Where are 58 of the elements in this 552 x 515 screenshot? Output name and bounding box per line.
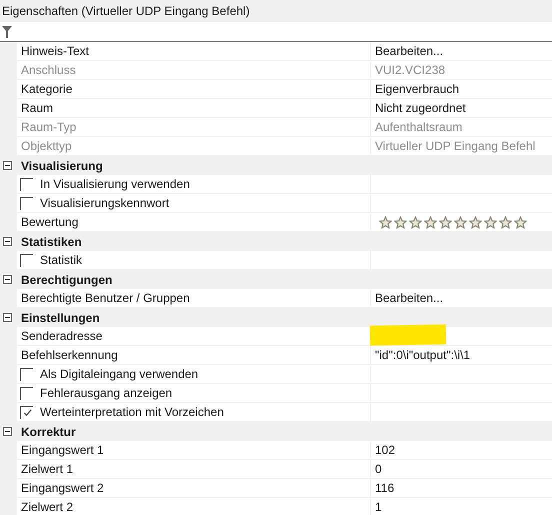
property-name: Senderadresse (20, 328, 102, 345)
panel-title: Eigenschaften (Virtueller UDP Eingang Befehl) (2, 3, 250, 20)
property-name: Objekttyp (20, 138, 72, 155)
star-icon (394, 216, 407, 228)
checkbox[interactable] (20, 254, 33, 266)
property-name: Fehlerausgang anzeigen (40, 385, 172, 402)
collapse-toggle[interactable] (3, 275, 12, 284)
category-heading: Berechtigungen (21, 272, 112, 288)
checkbox[interactable] (20, 196, 33, 210)
collapse-toggle[interactable] (3, 237, 12, 246)
property-name: Hinweis-Text (20, 43, 90, 60)
property-name: Zielwert 2 (20, 499, 74, 515)
collapse-toggle[interactable] (3, 313, 12, 322)
checkbox[interactable] (20, 368, 33, 380)
property-name: Raum (20, 100, 54, 117)
property-name: Als Digitaleingang verwenden (40, 366, 198, 383)
checkmark-icon (22, 408, 32, 417)
property-name: Berechtigte Benutzer / Gruppen (20, 290, 190, 307)
property-name: Eingangswert 2 (20, 480, 104, 497)
property-name: Visualisierungskennwort (40, 195, 170, 212)
category-heading: Visualisierung (21, 158, 103, 174)
star-icon (499, 216, 512, 228)
checkbox[interactable] (20, 178, 33, 190)
star-icon (514, 216, 527, 228)
checkbox[interactable] (20, 406, 33, 418)
property-value[interactable]: Nicht zugeordnet (371, 99, 466, 117)
property-name: Werteinterpretation mit Vorzeichen (40, 404, 224, 421)
filter-icon[interactable] (2, 26, 12, 38)
property-name: Eingangswert 1 (20, 442, 104, 459)
star-icon (424, 216, 437, 228)
property-value[interactable]: 102 (371, 441, 396, 459)
property-value[interactable]: Bearbeiten... (371, 42, 444, 60)
property-name: Kategorie (20, 81, 72, 98)
property-name: Statistik (40, 252, 82, 269)
property-value[interactable]: 0 (371, 460, 382, 478)
property-name: Anschluss (20, 62, 76, 79)
checkbox[interactable] (20, 386, 33, 400)
property-value[interactable]: 1 (371, 498, 382, 515)
property-name: Zielwert 1 (20, 461, 74, 478)
collapse-toggle[interactable] (3, 427, 12, 436)
star-icon (409, 216, 422, 228)
property-name: Bewertung (20, 214, 78, 231)
property-value[interactable]: 116 (371, 479, 394, 497)
collapse-toggle[interactable] (3, 161, 12, 170)
category-heading: Korrektur (21, 424, 76, 440)
property-value[interactable]: Bearbeiten... (371, 289, 444, 307)
property-name: Raum-Typ (20, 119, 76, 136)
star-icon (379, 216, 392, 228)
category-heading: Einstellungen (21, 310, 100, 326)
property-value[interactable]: Eigenverbrauch (371, 80, 460, 98)
property-value[interactable]: "id":0\i"output":\i\1 (371, 346, 470, 364)
star-icon (469, 216, 482, 228)
property-name: Befehlserkennung (20, 347, 118, 364)
star-icon (454, 216, 467, 228)
star-icon (484, 216, 497, 228)
property-name: In Visualisierung verwenden (40, 176, 190, 193)
star-icon (439, 216, 452, 228)
category-heading: Statistiken (21, 234, 82, 250)
